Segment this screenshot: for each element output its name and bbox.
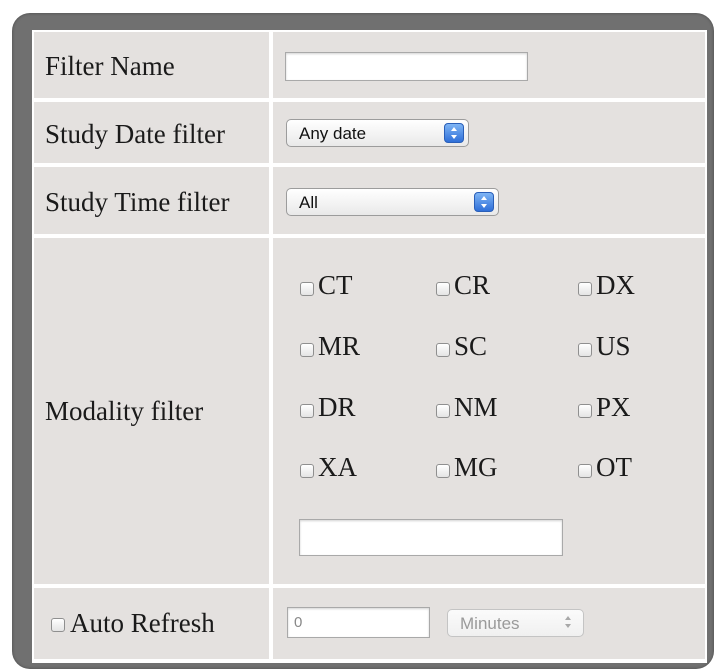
checkbox-dx[interactable] xyxy=(578,282,592,296)
filter-name-label-cell: Filter Name xyxy=(34,32,269,98)
study-date-label-cell: Study Date filter xyxy=(34,102,269,163)
up-down-chevron-icon xyxy=(444,123,464,143)
checkbox-xa[interactable] xyxy=(300,464,314,478)
filter-panel: Filter Name Study Date filter Any date S… xyxy=(32,30,707,663)
filter-name-label: Filter Name xyxy=(45,51,175,81)
modality-dx-label: DX xyxy=(596,270,635,300)
filter-name-input[interactable] xyxy=(285,52,528,81)
study-date-select[interactable]: Any date xyxy=(286,119,469,147)
auto-refresh-controls-cell: Minutes xyxy=(273,588,705,659)
study-date-label: Study Date filter xyxy=(45,119,225,149)
modality-custom-input[interactable] xyxy=(299,519,563,556)
modality-px-label: PX xyxy=(596,392,631,422)
study-date-selected-value: Any date xyxy=(299,124,367,143)
modality-nm-label: NM xyxy=(454,392,498,422)
up-down-chevron-icon xyxy=(559,613,579,633)
modality-ot-label: OT xyxy=(596,452,632,482)
checkbox-mg[interactable] xyxy=(436,464,450,478)
study-time-selected-value: All xyxy=(299,193,318,212)
modality-mr-label: MR xyxy=(318,331,361,361)
refresh-interval-input[interactable] xyxy=(287,607,430,638)
checkbox-dr[interactable] xyxy=(300,404,314,418)
modality-mg-label: MG xyxy=(454,452,498,482)
modality-sc-label: SC xyxy=(454,331,488,361)
modality-label: Modality filter xyxy=(45,396,204,426)
study-time-select-cell: All xyxy=(273,167,705,234)
study-time-label: Study Time filter xyxy=(45,187,230,217)
modality-label-cell: Modality filter xyxy=(34,238,269,584)
modality-xa-label: XA xyxy=(318,452,357,482)
checkbox-mr[interactable] xyxy=(300,343,314,357)
filter-name-input-cell xyxy=(273,32,705,98)
modality-dr-label: DR xyxy=(318,392,356,422)
modality-ct-label: CT xyxy=(318,270,353,300)
checkbox-cr[interactable] xyxy=(436,282,450,296)
checkbox-sc[interactable] xyxy=(436,343,450,357)
auto-refresh-label-cell: Auto Refresh xyxy=(34,588,269,659)
auto-refresh-label: Auto Refresh xyxy=(70,608,215,638)
modality-options-cell: CT CR DX MR SC US DR NM PX XA MG OT xyxy=(273,238,705,584)
study-time-select[interactable]: All xyxy=(286,188,499,216)
modality-cr-label: CR xyxy=(454,270,491,300)
auto-refresh-checkbox[interactable] xyxy=(51,618,65,632)
modality-us-label: US xyxy=(596,331,631,361)
checkbox-px[interactable] xyxy=(578,404,592,418)
refresh-unit-value: Minutes xyxy=(460,614,520,633)
refresh-unit-select[interactable]: Minutes xyxy=(447,609,584,637)
up-down-chevron-icon xyxy=(474,192,494,212)
checkbox-ct[interactable] xyxy=(300,282,314,296)
checkbox-us[interactable] xyxy=(578,343,592,357)
checkbox-nm[interactable] xyxy=(436,404,450,418)
checkbox-ot[interactable] xyxy=(578,464,592,478)
study-time-label-cell: Study Time filter xyxy=(34,167,269,234)
study-date-select-cell: Any date xyxy=(273,102,705,163)
